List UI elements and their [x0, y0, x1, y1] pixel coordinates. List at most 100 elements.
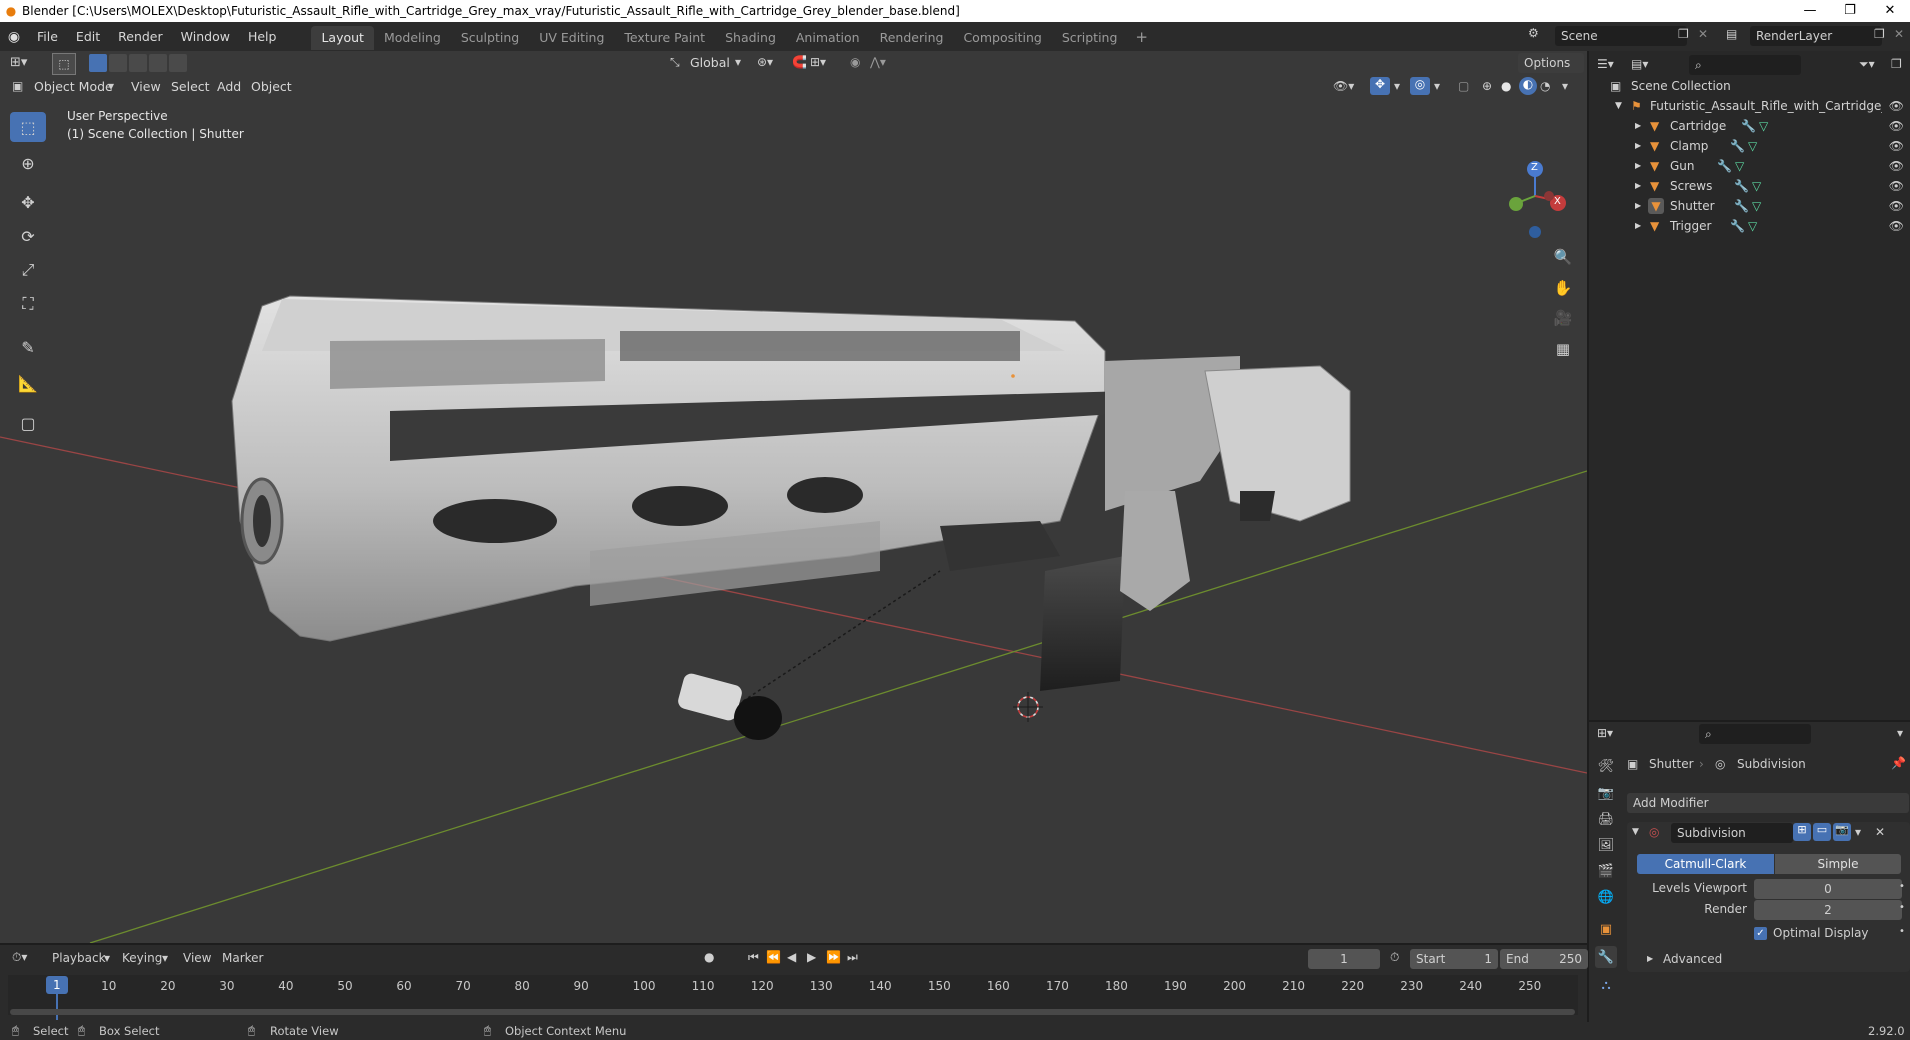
snap-target-icon[interactable]: ⊞▾ — [810, 55, 826, 69]
mesh-data-icon[interactable]: ▽ — [1752, 196, 1761, 216]
select-mode-intersect-icon[interactable] — [169, 54, 187, 72]
overlay-chevron-icon[interactable]: ▾ — [1434, 79, 1440, 93]
menu-render[interactable]: Render — [109, 22, 172, 51]
keyframe-dot-icon[interactable]: • — [1899, 902, 1905, 913]
pin-icon[interactable]: 📌 — [1891, 756, 1906, 770]
outliner-item-trigger[interactable]: ▶ ▼ Trigger 🔧 ▽ 👁 — [1589, 216, 1910, 236]
expand-right-icon[interactable]: ▶ — [1635, 216, 1641, 236]
delete-scene-icon[interactable]: ✕ — [1698, 27, 1708, 41]
gizmo-toggle-icon[interactable]: ✥ — [1370, 77, 1390, 95]
tab-sculpting[interactable]: Sculpting — [451, 26, 529, 50]
xray-icon[interactable]: ▢ — [1458, 79, 1469, 93]
expand-advanced-icon[interactable]: ▶ — [1647, 954, 1653, 963]
3d-viewport[interactable]: ⊞▾ ⬚ ⤡ Global ▾ ⊛▾ 🧲 ⊞▾ ◉ ⋀▾ Options ▣ O… — [0, 51, 1587, 943]
scene-selector-icon[interactable]: ⚙ — [1528, 26, 1539, 40]
outliner-search-input[interactable]: ⌕ — [1689, 55, 1801, 75]
mesh-data-icon[interactable]: ▽ — [1748, 136, 1757, 156]
properties-options-icon[interactable]: ▾ — [1897, 726, 1903, 740]
tab-scripting[interactable]: Scripting — [1052, 26, 1128, 50]
tab-layout[interactable]: Layout — [311, 25, 374, 50]
modifier-tab-icon[interactable]: 🔧 — [1595, 946, 1617, 968]
outliner-item-cartridge[interactable]: ▶ ▼ Cartridge 🔧 ▽ 👁 — [1589, 116, 1910, 136]
collapse-modifier-icon[interactable]: ▼ — [1632, 827, 1639, 837]
outliner-editor-icon[interactable]: ☰▾ — [1597, 57, 1614, 71]
modifier-wrench-icon[interactable]: 🔧 — [1717, 156, 1732, 176]
editor-type-icon[interactable]: ⊞▾ — [10, 55, 27, 70]
outliner-item-shutter[interactable]: ▶ ▼ Shutter 🔧 ▽ 👁 — [1589, 196, 1910, 216]
display-mode-icon[interactable]: ▤▾ — [1631, 57, 1648, 71]
overlay-toggle-icon[interactable]: ◎ — [1410, 77, 1430, 95]
render-toggle-icon[interactable]: 📷 — [1833, 823, 1851, 841]
mode-chevron-icon[interactable]: ▾ — [108, 79, 114, 93]
eye-icon[interactable]: 👁 — [1889, 96, 1904, 116]
menu-help[interactable]: Help — [239, 22, 286, 51]
pan-view-button[interactable]: ✋ — [1548, 273, 1578, 303]
menu-add[interactable]: Add — [217, 76, 241, 98]
transform-orientation-icon[interactable]: ⤡ — [670, 55, 680, 70]
transform-orientation-dropdown[interactable]: Global — [690, 52, 730, 74]
scene-tab-icon[interactable]: 🎬 — [1595, 860, 1617, 882]
ortho-toggle-button[interactable]: ▦ — [1548, 334, 1578, 364]
tool-tab-icon[interactable]: 🛠 — [1595, 755, 1617, 777]
menu-file[interactable]: File — [28, 22, 67, 51]
modifier-wrench-icon[interactable]: 🔧 — [1734, 196, 1749, 216]
outliner-collection-row[interactable]: ▼ ⚑ Futuristic_Assault_Rifle_with_Cartri… — [1589, 96, 1910, 116]
eye-icon[interactable]: 👁 — [1889, 136, 1904, 156]
menu-window[interactable]: Window — [172, 22, 239, 51]
shading-chevron-icon[interactable]: ▾ — [1562, 79, 1568, 93]
menu-object[interactable]: Object — [251, 76, 292, 98]
menu-view[interactable]: View — [131, 76, 161, 98]
modifier-wrench-icon[interactable]: 🔧 — [1734, 176, 1749, 196]
navigation-gizmo[interactable] — [1500, 111, 1570, 241]
modifier-menu-icon[interactable]: ▾ — [1855, 825, 1861, 839]
delete-render-layer-icon[interactable]: ✕ — [1894, 27, 1904, 41]
object-mode-icon[interactable]: ▣ — [12, 79, 23, 93]
falloff-icon[interactable]: ⋀▾ — [870, 55, 886, 69]
properties-search-input[interactable]: ⌕ — [1699, 724, 1811, 744]
tab-shading[interactable]: Shading — [715, 26, 786, 50]
menu-edit[interactable]: Edit — [67, 22, 109, 51]
expand-right-icon[interactable]: ▶ — [1635, 196, 1641, 216]
mesh-data-icon[interactable]: ▽ — [1759, 116, 1768, 136]
render-layer-icon[interactable]: ▤ — [1726, 27, 1737, 41]
outliner-item-clamp[interactable]: ▶ ▼ Clamp 🔧 ▽ 👁 — [1589, 136, 1910, 156]
outliner-item-gun[interactable]: ▶ ▼ Gun 🔧 ▽ 👁 — [1589, 156, 1910, 176]
restore-icon[interactable]: ❐ — [1830, 0, 1870, 22]
catmull-clark-button[interactable]: Catmull-Clark — [1637, 854, 1774, 874]
render-layer-field[interactable]: RenderLayer — [1750, 26, 1882, 46]
modifier-wrench-icon[interactable]: 🔧 — [1730, 216, 1745, 236]
new-scene-icon[interactable]: ❐ — [1678, 27, 1689, 41]
properties-editor-icon[interactable]: ⊞▾ — [1597, 726, 1613, 740]
tab-compositing[interactable]: Compositing — [953, 26, 1051, 50]
visibility-icon[interactable]: 👁▾ — [1333, 79, 1354, 93]
expand-down-icon[interactable]: ▼ — [1615, 96, 1622, 116]
select-mode-new-icon[interactable] — [89, 54, 107, 72]
orientation-chevron-icon[interactable]: ▾ — [735, 55, 741, 69]
tool-select-box[interactable]: ⬚ — [10, 112, 46, 142]
menu-select[interactable]: Select — [171, 76, 210, 98]
tool-rotate[interactable]: ⟳ — [10, 221, 46, 251]
options-dropdown[interactable]: Options — [1518, 53, 1584, 73]
wireframe-shading-icon[interactable]: ⊕ — [1482, 79, 1492, 93]
expand-right-icon[interactable]: ▶ — [1635, 116, 1641, 136]
keyframe-dot-icon[interactable]: • — [1899, 881, 1905, 892]
tool-add-cube[interactable]: ▢ — [10, 408, 46, 438]
eye-icon[interactable]: 👁 — [1889, 176, 1904, 196]
view-layer-tab-icon[interactable]: 🖼 — [1595, 834, 1617, 856]
minimize-icon[interactable]: — — [1790, 0, 1830, 22]
pivot-icon[interactable]: ⊛▾ — [757, 55, 773, 69]
eye-icon[interactable]: 👁 — [1889, 196, 1904, 216]
tab-uv-editing[interactable]: UV Editing — [529, 26, 614, 50]
mesh-data-icon[interactable]: ▽ — [1748, 216, 1757, 236]
eye-icon[interactable]: 👁 — [1889, 216, 1904, 236]
proportional-edit-icon[interactable]: ◉ — [850, 55, 860, 69]
object-mode-dropdown[interactable]: Object Mode — [34, 76, 113, 98]
remove-modifier-icon[interactable]: ✕ — [1875, 825, 1885, 839]
simple-button[interactable]: Simple — [1775, 854, 1901, 874]
material-shading-icon[interactable]: ◐ — [1519, 77, 1537, 95]
filter-icon[interactable]: ⏷▾ — [1859, 57, 1875, 72]
close-icon[interactable]: ✕ — [1870, 0, 1910, 22]
snap-icon[interactable]: 🧲 — [792, 55, 807, 69]
object-tab-icon[interactable]: ▣ — [1595, 918, 1617, 940]
viewport-toggle-icon[interactable]: ▭ — [1813, 823, 1831, 841]
